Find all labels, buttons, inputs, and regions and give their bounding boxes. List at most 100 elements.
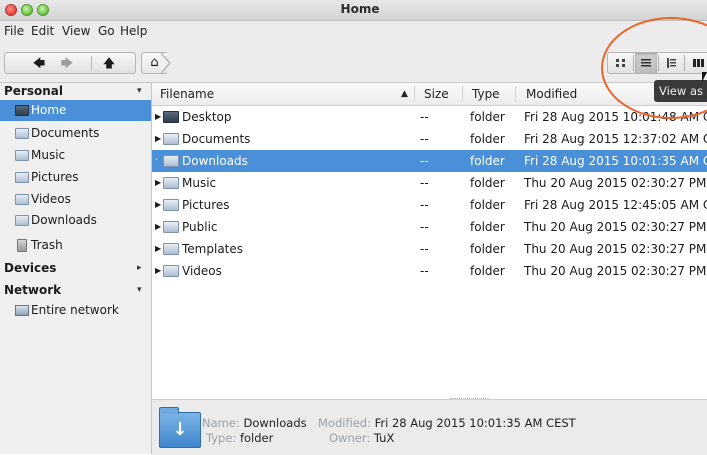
sidebar-item-label: Videos	[31, 192, 71, 206]
sidebar-item-videos[interactable]: Videos	[0, 189, 151, 210]
file-row-public[interactable]: ▶ Public -- folder Thu 20 Aug 2015 02:30…	[152, 216, 707, 238]
sidebar-item-label: Music	[31, 148, 66, 162]
column-separator[interactable]	[515, 86, 516, 102]
sidebar-item-pictures[interactable]: Pictures	[0, 167, 151, 188]
section-devices[interactable]: Devices	[4, 261, 56, 275]
menu-edit[interactable]: Edit	[31, 24, 54, 38]
sidebar-item-music[interactable]: Music	[0, 145, 151, 166]
videos-folder-icon	[163, 265, 179, 277]
sidebar-item-label: Documents	[31, 126, 100, 140]
view-separator	[658, 55, 659, 71]
file-row-templates[interactable]: ▶ Templates -- folder Thu 20 Aug 2015 02…	[152, 238, 707, 260]
file-list-view: Filename ▲ Size Type Modified ▶ Desktop …	[152, 83, 707, 399]
file-type: folder	[470, 220, 505, 234]
sidebar-item-label: Downloads	[31, 213, 97, 227]
file-size: --	[420, 110, 429, 124]
column-size[interactable]: Size	[424, 87, 449, 101]
chevron-right-icon[interactable]: ▸	[137, 263, 142, 273]
file-row-pictures[interactable]: ▶ Pictures -- folder Fri 28 Aug 2015 12:…	[152, 194, 707, 216]
back-arrow-icon[interactable]: 🡄	[25, 53, 53, 73]
file-row-music[interactable]: ▶ Music -- folder Thu 20 Aug 2015 02:30:…	[152, 172, 707, 194]
documents-folder-icon	[15, 128, 29, 139]
desktop-folder-icon	[163, 111, 179, 123]
file-size: --	[420, 176, 429, 190]
title-bar[interactable]: Home	[0, 0, 707, 21]
sidebar-item-label: Trash	[31, 238, 63, 252]
file-modified: Thu 20 Aug 2015 02:30:27 PM CEST	[524, 242, 707, 256]
expander-icon[interactable]: ▶	[155, 106, 161, 128]
column-filename[interactable]: Filename	[160, 87, 214, 101]
compact-view-icon[interactable]	[661, 53, 683, 73]
sidebar-item-trash[interactable]: Trash	[0, 235, 151, 256]
sidebar-item-entire-network[interactable]: Entire network	[0, 300, 151, 321]
column-type[interactable]: Type	[472, 87, 500, 101]
sidebar-item-documents[interactable]: Documents	[0, 123, 151, 144]
expander-icon[interactable]: ▶	[155, 260, 161, 282]
window-title: Home	[340, 2, 380, 16]
expander-icon[interactable]: ▶	[155, 128, 161, 150]
list-icon	[641, 59, 651, 67]
sidebar-item-label: Entire network	[31, 303, 119, 317]
file-row-documents[interactable]: ▶ Documents -- folder Fri 28 Aug 2015 12…	[152, 128, 707, 150]
file-size: --	[420, 242, 429, 256]
file-name: Downloads	[182, 154, 248, 168]
expander-icon[interactable]: ·	[155, 150, 158, 172]
column-modified[interactable]: Modified	[526, 87, 577, 101]
column-separator[interactable]	[414, 86, 415, 102]
grid-icon	[616, 59, 625, 67]
music-folder-icon	[15, 150, 29, 161]
downloads-folder-icon	[15, 215, 29, 226]
status-name-value: Downloads	[243, 416, 307, 430]
file-size: --	[420, 132, 429, 146]
file-row-downloads[interactable]: · Downloads -- folder Fri 28 Aug 2015 10…	[152, 150, 707, 172]
list-view-icon[interactable]	[635, 53, 657, 73]
file-modified: Fri 28 Aug 2015 10:01:35 AM CEST	[524, 154, 707, 168]
file-type: folder	[470, 242, 505, 256]
nav-separator	[91, 56, 92, 70]
menu-help[interactable]: Help	[120, 24, 147, 38]
file-row-desktop[interactable]: ▶ Desktop -- folder Fri 28 Aug 2015 10:0…	[152, 106, 707, 128]
status-modified: Modified: Fri 28 Aug 2015 10:01:35 AM CE…	[318, 416, 576, 430]
menu-file[interactable]: File	[4, 24, 24, 38]
up-arrow-icon[interactable]: 🡅	[95, 53, 123, 73]
view-tooltip: View as c	[654, 80, 707, 102]
chevron-down-icon[interactable]: ▾	[137, 86, 142, 96]
sort-ascending-icon[interactable]: ▲	[401, 89, 408, 99]
file-name: Documents	[182, 132, 251, 146]
view-mode-buttons	[607, 52, 707, 74]
videos-folder-icon	[15, 194, 29, 205]
file-type: folder	[470, 176, 505, 190]
places-sidebar: Personal ▾ Home Documents Music Pictures…	[0, 83, 152, 454]
downloads-folder-icon	[163, 155, 179, 167]
icon-view-icon[interactable]	[610, 53, 632, 73]
expander-icon[interactable]: ▶	[155, 194, 161, 216]
file-type: folder	[470, 154, 505, 168]
status-owner: Owner: TuX	[329, 431, 394, 445]
status-type-label: Type:	[206, 431, 237, 445]
expander-icon[interactable]: ▶	[155, 216, 161, 238]
file-modified: Thu 20 Aug 2015 02:30:27 PM CEST	[524, 176, 707, 190]
status-type: Type: folder	[206, 431, 273, 445]
menu-view[interactable]: View	[62, 24, 90, 38]
menu-go[interactable]: Go	[98, 24, 115, 38]
section-personal[interactable]: Personal	[4, 84, 63, 98]
status-name-label: Name:	[202, 416, 240, 430]
column-view-icon[interactable]	[687, 53, 707, 73]
column-separator[interactable]	[462, 86, 463, 102]
file-row-videos[interactable]: ▶ Videos -- folder Thu 20 Aug 2015 02:30…	[152, 260, 707, 282]
music-folder-icon	[163, 177, 179, 189]
section-network[interactable]: Network	[4, 283, 61, 297]
file-type: folder	[470, 110, 505, 124]
downloads-folder-icon: ↓	[159, 407, 201, 448]
forward-arrow-icon[interactable]: 🡆	[53, 53, 81, 73]
file-modified: Thu 20 Aug 2015 02:30:27 PM CEST	[524, 220, 707, 234]
expander-icon[interactable]: ▶	[155, 172, 161, 194]
view-separator	[684, 55, 685, 71]
download-arrow-icon: ↓	[172, 419, 188, 440]
sidebar-item-downloads[interactable]: Downloads	[0, 210, 151, 231]
sidebar-item-home[interactable]: Home	[0, 100, 151, 121]
expander-icon[interactable]: ▶	[155, 238, 161, 260]
file-type: folder	[470, 198, 505, 212]
file-name: Templates	[182, 242, 244, 256]
chevron-down-icon[interactable]: ▾	[137, 285, 142, 295]
